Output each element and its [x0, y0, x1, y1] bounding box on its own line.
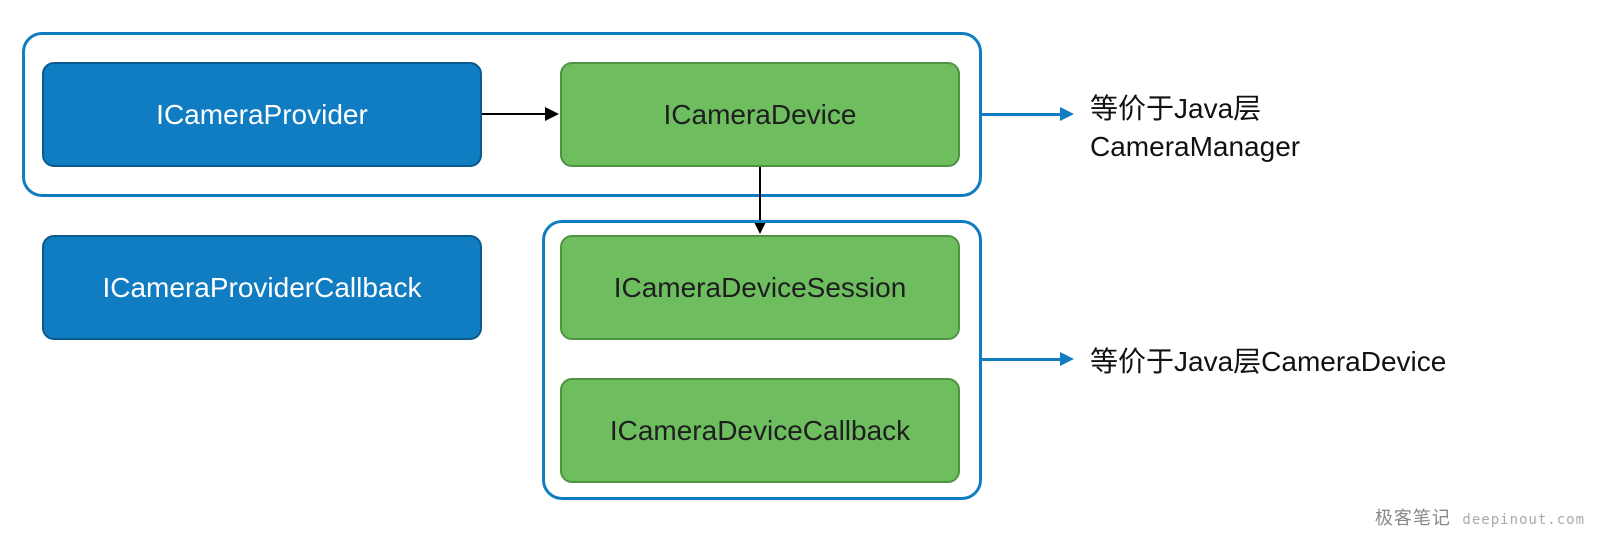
annotation-top-line2: CameraManager	[1090, 128, 1300, 166]
box-icamera-device-callback: ICameraDeviceCallback	[560, 378, 960, 483]
box-icamera-provider: ICameraProvider	[42, 62, 482, 167]
watermark-label: 极客笔记	[1375, 508, 1451, 528]
arrow-provider-to-device-head	[545, 107, 559, 121]
box-icamera-device-session: ICameraDeviceSession	[560, 235, 960, 340]
label-icamera-provider-callback: ICameraProviderCallback	[102, 272, 421, 304]
box-icamera-device: ICameraDevice	[560, 62, 960, 167]
label-icamera-device-callback: ICameraDeviceCallback	[610, 415, 910, 447]
annotation-top-line1: 等价于Java层	[1090, 90, 1300, 128]
label-icamera-provider: ICameraProvider	[156, 99, 368, 131]
annotation-bottom-text: 等价于Java层CameraDevice	[1090, 346, 1446, 377]
arrow-bottom-annotation	[982, 358, 1062, 361]
arrow-top-annotation	[982, 113, 1062, 116]
watermark: 极客笔记 deepinout.com	[1375, 504, 1585, 530]
watermark-url: deepinout.com	[1462, 512, 1585, 528]
box-icamera-provider-callback: ICameraProviderCallback	[42, 235, 482, 340]
arrow-provider-to-device	[482, 113, 545, 115]
label-icamera-device-session: ICameraDeviceSession	[614, 272, 907, 304]
label-icamera-device: ICameraDevice	[664, 99, 857, 131]
arrow-device-to-session	[759, 167, 761, 223]
arrow-top-annotation-head	[1060, 107, 1074, 121]
annotation-top: 等价于Java层 CameraManager	[1090, 90, 1300, 166]
arrow-bottom-annotation-head	[1060, 352, 1074, 366]
annotation-bottom: 等价于Java层CameraDevice	[1090, 343, 1446, 381]
